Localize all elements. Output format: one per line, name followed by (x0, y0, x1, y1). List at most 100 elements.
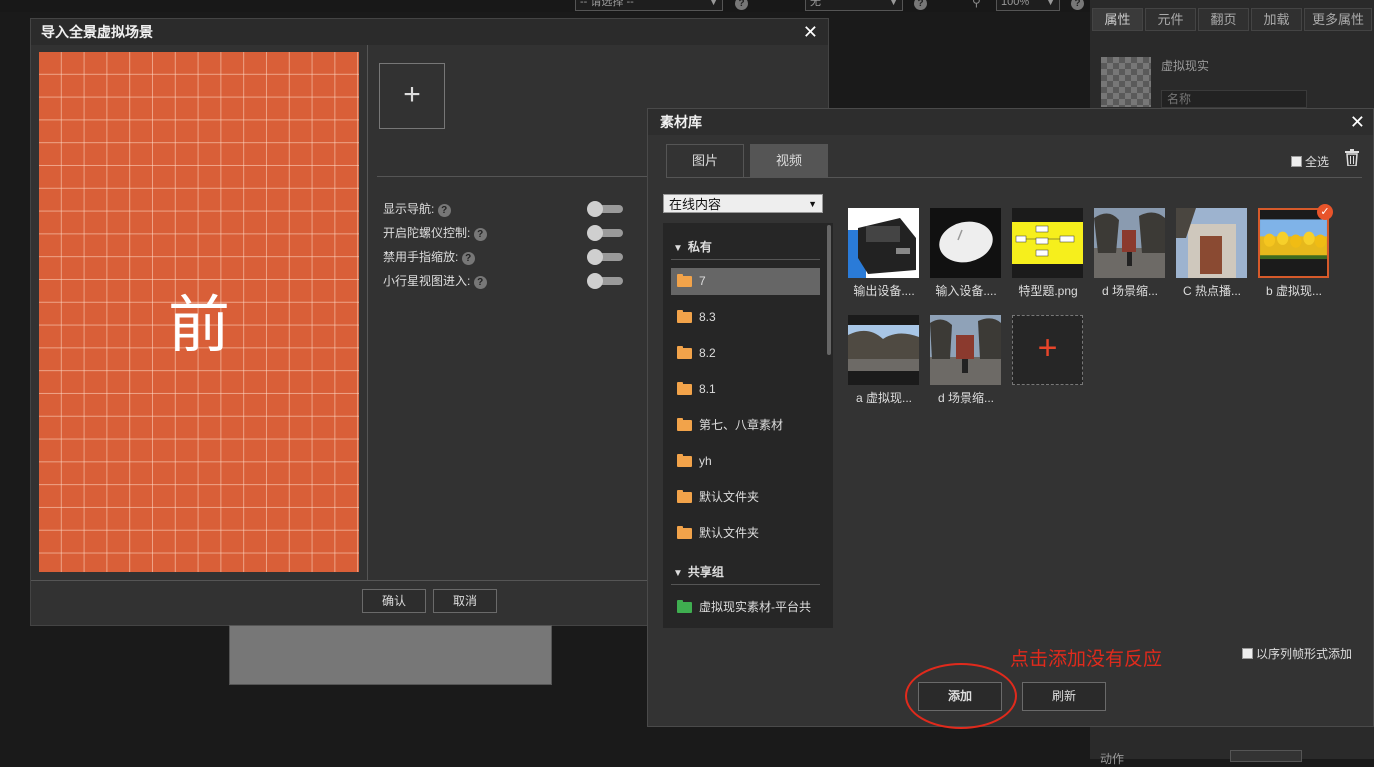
mouse-image (930, 208, 1001, 278)
select-all-label: 全选 (1305, 155, 1330, 169)
group-private[interactable]: ▼ 私有 (673, 238, 712, 255)
effect-select-value: 无 (810, 0, 821, 8)
select-all-checkbox[interactable] (1291, 156, 1302, 167)
folder-label: 默认文件夹 (699, 526, 760, 540)
material-library-dialog: 素材库 ✕ 图片 视频 全选 在线内容 ▼ ▼ 私有 7 8.3 8.2 8.1 第… (647, 108, 1374, 727)
folder-item[interactable]: 8.2 (671, 340, 820, 367)
tab-components[interactable]: 元件 (1145, 8, 1196, 31)
close-icon[interactable]: ✕ (1350, 112, 1365, 133)
annotation-ellipse (905, 663, 1017, 729)
chevron-down-icon: ▼ (709, 0, 718, 7)
sequence-add-label: 以序列帧形式添加 (1256, 647, 1353, 661)
folder-item[interactable]: yh (671, 448, 820, 475)
option-disable-pinch: 禁用手指缩放: ? (383, 248, 475, 265)
divider (666, 177, 1362, 178)
image-thumbnail-selected[interactable]: ✓ b 虚拟现... (1258, 204, 1333, 298)
tab-images[interactable]: 图片 (666, 144, 744, 178)
tab-videos[interactable]: 视频 (750, 144, 828, 178)
tab-page-turn[interactable]: 翻页 (1198, 8, 1249, 31)
help-icon[interactable]: ? (473, 276, 487, 289)
image-thumbnail[interactable]: C 热点播... (1176, 208, 1247, 298)
folder-label: 8.3 (699, 310, 716, 324)
help-icon[interactable]: ? (1071, 0, 1084, 10)
help-icon[interactable]: ? (735, 0, 748, 10)
scene-select[interactable]: -- 请选择 -- ▼ (575, 0, 723, 11)
magnifier-icon[interactable]: ⚲ (972, 0, 981, 9)
option-label: 显示导航: (383, 202, 435, 216)
shared-folder-item[interactable]: 虚拟现实素材-平台共 (671, 594, 820, 621)
folder-icon (677, 346, 692, 359)
folder-item[interactable]: 第七、八章素材 (671, 412, 820, 439)
check-badge-icon: ✓ (1317, 204, 1333, 220)
close-icon[interactable]: ✕ (803, 22, 818, 43)
folder-item[interactable]: 默认文件夹 (671, 484, 820, 511)
caret-down-icon: ▼ (673, 243, 683, 254)
folder-icon (677, 490, 692, 503)
group-shared[interactable]: ▼ 共享组 (673, 563, 724, 580)
face-label: 前 (167, 288, 230, 361)
folder-item[interactable]: 8.3 (671, 304, 820, 331)
tulips-image (1258, 208, 1329, 278)
image-thumbnail[interactable]: 输出设备.... (848, 208, 919, 298)
toggle-show-nav[interactable] (587, 201, 623, 217)
folder-icon (677, 382, 692, 395)
cancel-button[interactable]: 取消 (433, 589, 497, 613)
scrollbar[interactable] (827, 225, 831, 355)
divider (377, 176, 667, 177)
trash-icon[interactable] (1345, 149, 1359, 166)
source-select[interactable]: 在线内容 ▼ (663, 194, 823, 213)
help-icon[interactable]: ? (437, 204, 451, 217)
option-label: 开启陀螺仪控制: (383, 226, 471, 240)
folder-label: 第七、八章素材 (699, 418, 784, 432)
folder-icon (677, 418, 692, 431)
toggle-planet-view[interactable] (587, 273, 623, 289)
tab-loading[interactable]: 加载 (1251, 8, 1302, 31)
tab-more-properties[interactable]: 更多属性 (1304, 8, 1372, 31)
tab-properties[interactable]: 属性 (1092, 8, 1143, 31)
folder-tree: ▼ 私有 7 8.3 8.2 8.1 第七、八章素材 yh 默认文件夹 默认文件夹… (663, 223, 833, 628)
thumbnail-caption: d 场景缩... (937, 391, 994, 405)
folder-icon (677, 310, 692, 323)
toggle-disable-pinch[interactable] (587, 249, 623, 265)
confirm-button[interactable]: 确认 (362, 589, 426, 613)
image-thumbnail[interactable]: 输入设备.... (930, 208, 1001, 298)
select-all[interactable]: 全选 (1291, 153, 1329, 170)
upload-image-button[interactable]: + (1012, 315, 1083, 385)
action-select[interactable] (1230, 750, 1302, 762)
name-input[interactable] (1161, 90, 1307, 108)
item-title: 虚拟现实 (1161, 59, 1210, 73)
shared-folder-icon (677, 600, 692, 613)
sequence-add-option[interactable]: 以序列帧形式添加 (1242, 645, 1352, 662)
folder-label: yh (699, 454, 712, 468)
folder-item[interactable]: 7 (671, 268, 820, 295)
image-thumbnail[interactable]: 特型题.png (1012, 208, 1083, 298)
effect-select[interactable]: 无 ▼ (805, 0, 903, 11)
thumbnail-caption: b 虚拟现... (1265, 284, 1322, 298)
option-label: 小行星视图进入: (383, 274, 471, 288)
divider (367, 45, 368, 580)
help-icon[interactable]: ? (461, 252, 475, 265)
image-thumbnail[interactable]: d 场景缩... (930, 315, 1001, 405)
image-thumbnail[interactable]: a 虚拟现... (848, 315, 919, 405)
group-label: 共享组 (687, 565, 724, 579)
folder-item[interactable]: 默认文件夹 (671, 520, 820, 547)
annotation-text: 点击添加没有反应 (1010, 649, 1163, 670)
sequence-add-checkbox[interactable] (1242, 648, 1253, 659)
refresh-button[interactable]: 刷新 (1022, 682, 1106, 711)
thumbnail-caption: 输出设备.... (853, 284, 915, 298)
image-thumbnail[interactable]: d 场景缩... (1094, 208, 1165, 298)
panorama-preview[interactable]: 前 (39, 52, 359, 572)
folder-icon (677, 454, 692, 467)
help-icon[interactable]: ? (914, 0, 927, 10)
zoom-select[interactable]: 100% ▼ (996, 0, 1060, 11)
group-label: 私有 (687, 240, 712, 254)
divider (671, 584, 820, 585)
help-icon[interactable]: ? (473, 228, 487, 241)
folder-item[interactable]: 8.1 (671, 376, 820, 403)
thumbnail-caption: d 场景缩... (1101, 284, 1158, 298)
toggle-gyro[interactable] (587, 225, 623, 241)
add-image-button[interactable]: + (379, 63, 445, 129)
option-gyro: 开启陀螺仪控制: ? (383, 224, 487, 241)
trees-image (848, 315, 919, 385)
dialog-title: 导入全景虚拟场景 (31, 19, 828, 45)
